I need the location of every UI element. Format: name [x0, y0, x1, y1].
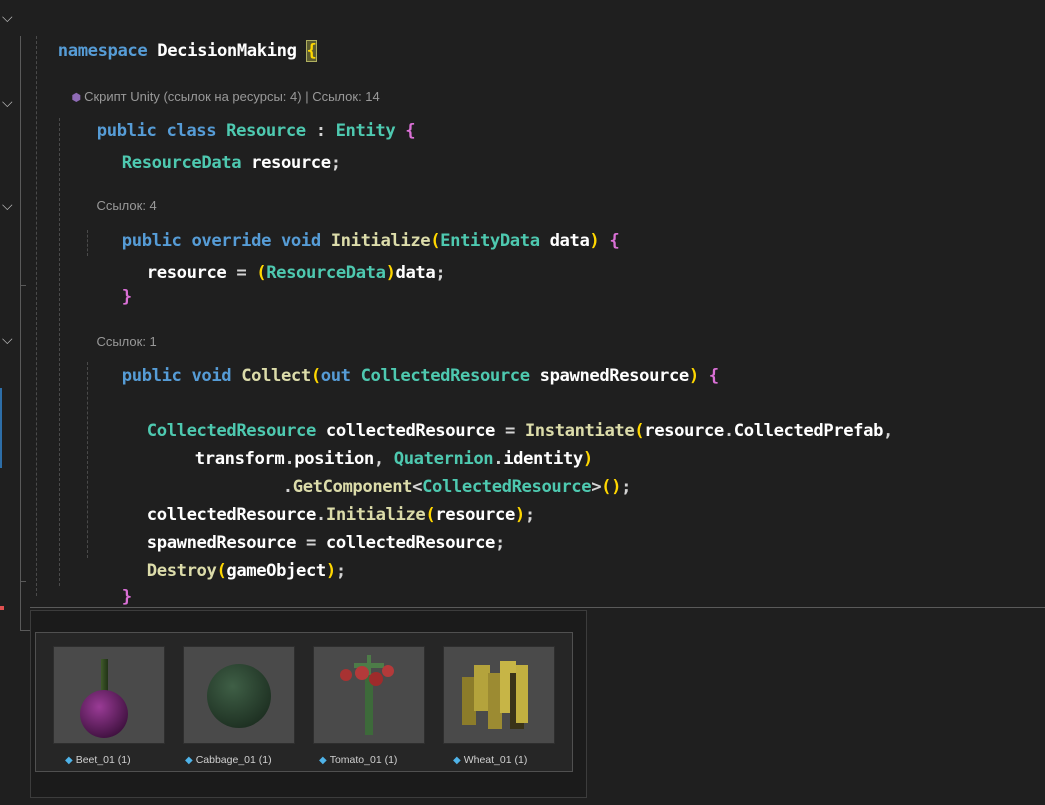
scope-line [20, 630, 30, 631]
fold-chevron-icon[interactable]: ⌵ [2, 96, 16, 110]
asset-thumbnail-cabbage[interactable] [183, 646, 295, 744]
prefab-cube-icon: ◆ [453, 755, 461, 766]
code-line[interactable]: public override void Initialize(EntityDa… [82, 196, 620, 251]
asset-label-cabbage: ◆ Cabbage_01 (1) [185, 754, 272, 766]
scope-line [20, 285, 26, 286]
asset-preview-panel: ◆ Beet_01 (1) ◆ Cabbage_01 (1) ◆ Tomato_… [35, 632, 573, 772]
scope-line [20, 581, 26, 582]
indent-guide [59, 118, 60, 586]
code-line[interactable]: spawnedResource = collectedResource; [107, 498, 506, 553]
code-line[interactable]: ResourceData resource; [82, 118, 341, 173]
codelens-collect[interactable]: Ссылок: 1 [82, 309, 156, 349]
code-line[interactable]: resource = (ResourceData)data; [107, 228, 446, 283]
fold-chevron-icon[interactable]: ⌵ [2, 333, 16, 347]
code-editor[interactable]: ⌵ ⌵ ⌵ ⌵ namespace DecisionMaking { ⬢ Скри… [0, 0, 1045, 634]
codelens-initialize[interactable]: Ссылок: 4 [82, 173, 156, 213]
brace: { [305, 40, 318, 62]
prefab-cube-icon: ◆ [185, 755, 193, 766]
fold-chevron-icon[interactable]: ⌵ [2, 199, 16, 213]
code-line[interactable]: .GetComponent<CollectedResource>(); [243, 442, 632, 497]
keyword: namespace [57, 41, 148, 61]
asset-thumbnail-wheat[interactable] [443, 646, 555, 744]
asset-thumbnail-tomato[interactable] [313, 646, 425, 744]
indent-guide [36, 36, 37, 596]
tomato-preview-icon [340, 655, 394, 735]
codelens-class[interactable]: ⬢ Скрипт Unity (ссылок на ресурсы: 4) | С… [57, 64, 379, 104]
asset-thumbnail-beet[interactable] [53, 646, 165, 744]
code-line[interactable]: Destroy(gameObject); [107, 526, 346, 581]
code-line[interactable]: namespace DecisionMaking { [18, 6, 318, 62]
code-line[interactable]: collectedResource.Initialize(resource); [107, 470, 535, 525]
code-line[interactable]: public class Resource : Entity { [57, 86, 416, 141]
cabbage-preview-icon [207, 664, 271, 728]
fold-chevron-icon[interactable]: ⌵ [2, 11, 16, 25]
asset-label-tomato: ◆ Tomato_01 (1) [319, 754, 398, 766]
namespace-name: DecisionMaking [157, 41, 297, 61]
code-line[interactable]: } [82, 252, 132, 307]
breakpoint-marker [0, 606, 4, 610]
scope-line [20, 36, 21, 630]
change-marker [0, 388, 2, 468]
asset-label-beet: ◆ Beet_01 (1) [65, 754, 131, 766]
code-line[interactable]: } [57, 579, 107, 634]
beet-preview-icon [80, 659, 128, 738]
code-line[interactable]: public void Collect(out CollectedResourc… [82, 331, 719, 386]
wheat-preview-icon [462, 661, 528, 729]
code-line[interactable]: CollectedResource collectedResource = In… [107, 386, 894, 441]
editor-separator [30, 607, 1045, 608]
prefab-cube-icon: ◆ [319, 755, 327, 766]
prefab-cube-icon: ◆ [65, 755, 73, 766]
asset-label-wheat: ◆ Wheat_01 (1) [453, 754, 528, 766]
code-line[interactable]: } [82, 552, 132, 607]
code-line[interactable]: transform.position, Quaternion.identity) [155, 414, 593, 469]
asset-preview-popup: ◆ Beet_01 (1) ◆ Cabbage_01 (1) ◆ Tomato_… [30, 610, 587, 798]
